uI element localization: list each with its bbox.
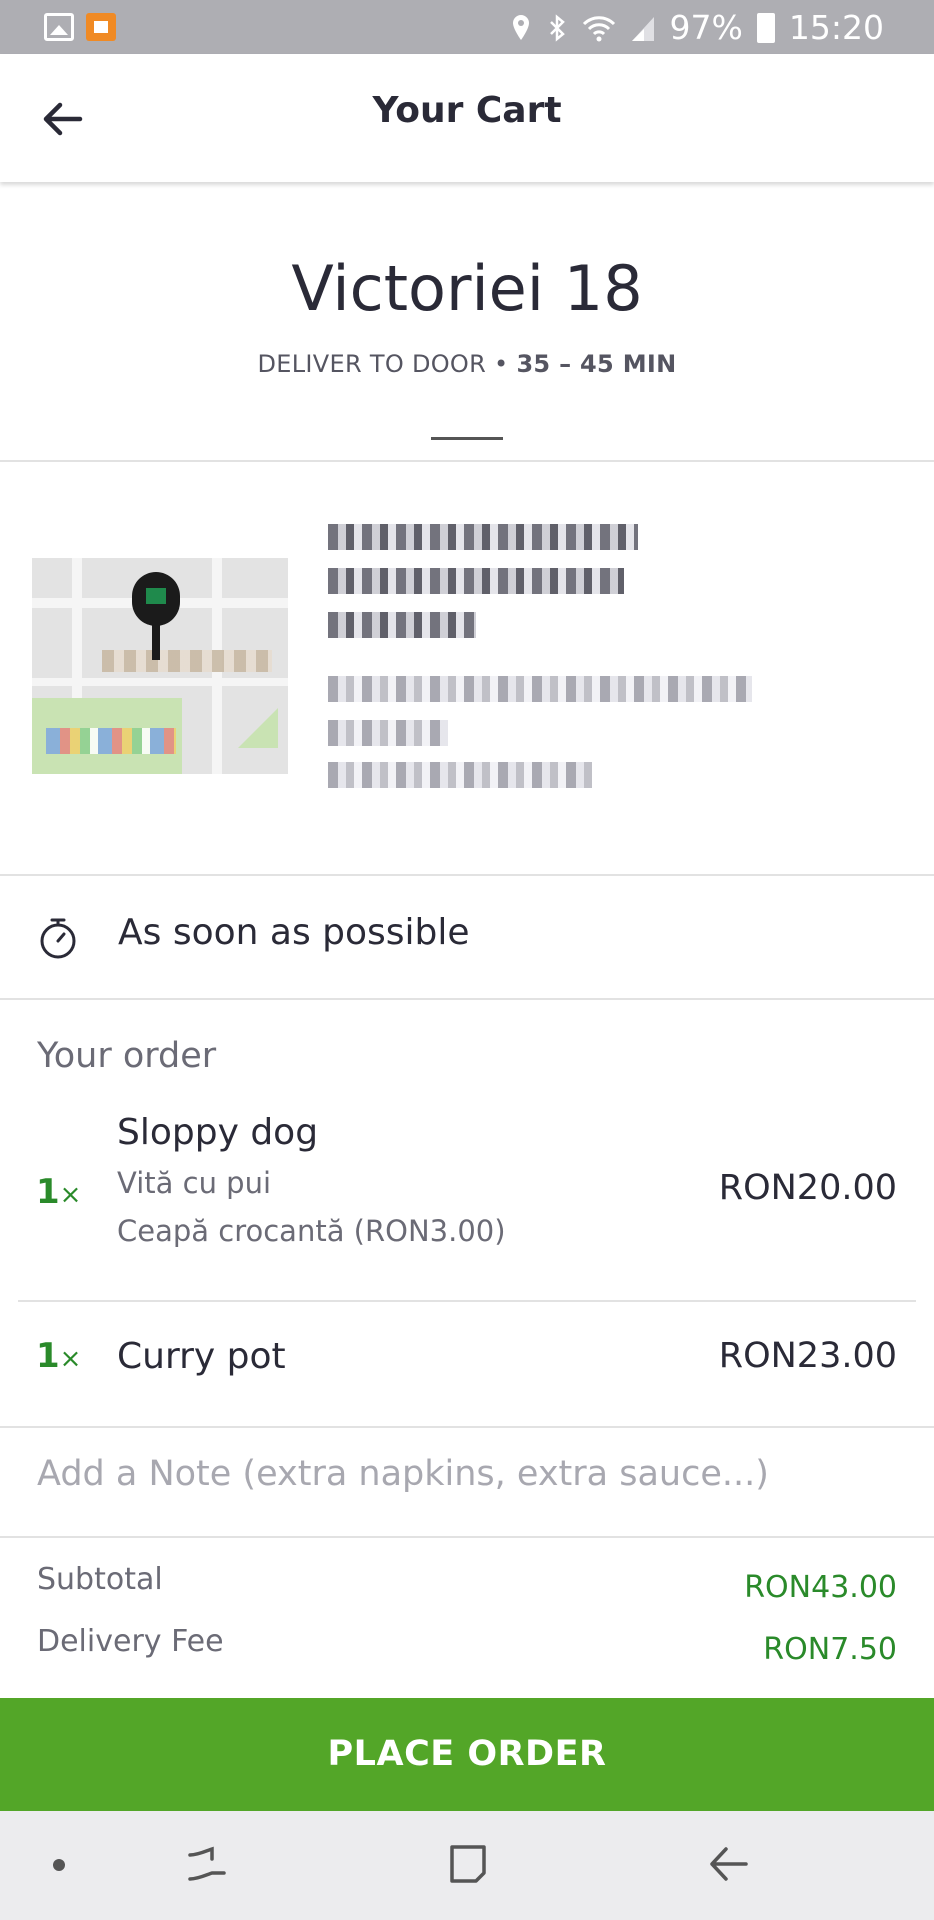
stopwatch-icon — [40, 918, 76, 959]
address-note-redacted — [328, 676, 752, 702]
order-note-input[interactable] — [37, 1454, 897, 1494]
page-title: Your Cart — [372, 90, 562, 131]
order-item[interactable]: 1× Curry pot RON23.00 — [0, 1336, 934, 1396]
delivery-mode: DELIVER TO DOOR — [257, 350, 487, 378]
delivery-fee-label: Delivery Fee — [37, 1624, 224, 1659]
recent-apps-icon[interactable] — [184, 1841, 230, 1887]
delivery-eta: 35 – 45 MIN — [516, 350, 677, 378]
map-thumbnail — [32, 558, 288, 774]
delivery-separator: • — [494, 350, 509, 378]
battery-percent: 97% — [669, 8, 743, 47]
delivery-time-label: As soon as possible — [118, 912, 470, 953]
order-item[interactable]: 1× Sloppy dog Vită cu pui Ceapă crocantă… — [0, 1112, 934, 1280]
place-order-button[interactable]: PLACE ORDER — [0, 1698, 934, 1811]
nav-hide-dot-icon[interactable] — [53, 1859, 65, 1871]
wifi-icon — [582, 15, 615, 41]
totals-section: Subtotal RON43.00 Delivery Fee RON7.50 — [0, 1538, 934, 1698]
address-note-redacted — [328, 720, 448, 746]
battery-icon — [756, 12, 775, 43]
delivery-address-section[interactable] — [0, 462, 934, 876]
delivery-summary: DELIVER TO DOOR • 35 – 45 MIN — [0, 350, 934, 378]
location-icon — [512, 14, 529, 40]
map-provider-logo — [46, 728, 176, 754]
subtotal-value: RON43.00 — [744, 1570, 897, 1605]
delivery-fee-value: RON7.50 — [763, 1632, 897, 1667]
map-place-label — [102, 650, 272, 672]
home-icon[interactable] — [448, 1843, 488, 1885]
restaurant-header: Victoriei 18 DELIVER TO DOOR • 35 – 45 M… — [0, 182, 934, 462]
item-quantity: 1× — [36, 1172, 82, 1212]
signal-icon — [631, 16, 654, 41]
section-divider — [431, 437, 503, 440]
item-price: RON23.00 — [718, 1336, 897, 1376]
status-bar: 97% 15:20 — [0, 0, 934, 54]
address-line-redacted — [328, 568, 624, 594]
back-icon[interactable] — [706, 1841, 752, 1887]
item-quantity: 1× — [36, 1336, 82, 1376]
home-app-notification-icon — [86, 13, 116, 41]
address-line-redacted — [328, 524, 638, 550]
item-option: Ceapă crocantă (RON3.00) — [117, 1214, 506, 1248]
note-section — [0, 1428, 934, 1538]
item-name: Sloppy dog — [117, 1112, 319, 1153]
order-heading: Your order — [37, 1036, 217, 1076]
delivery-time-selector[interactable]: As soon as possible — [0, 876, 934, 1000]
item-name: Curry pot — [117, 1336, 286, 1377]
gallery-notification-icon — [44, 13, 74, 41]
item-divider — [18, 1300, 916, 1302]
subtotal-label: Subtotal — [37, 1562, 163, 1597]
item-price: RON20.00 — [718, 1168, 897, 1208]
app-bar: Your Cart — [0, 54, 934, 182]
address-line-redacted — [328, 612, 476, 638]
item-option: Vită cu pui — [117, 1166, 272, 1200]
bluetooth-icon — [549, 13, 565, 42]
clock: 15:20 — [788, 8, 884, 47]
order-section: Your order 1× Sloppy dog Vită cu pui Cea… — [0, 1000, 934, 1428]
restaurant-name: Victoriei 18 — [291, 252, 643, 325]
address-note-redacted — [328, 762, 592, 788]
system-navigation-bar — [0, 1811, 934, 1920]
